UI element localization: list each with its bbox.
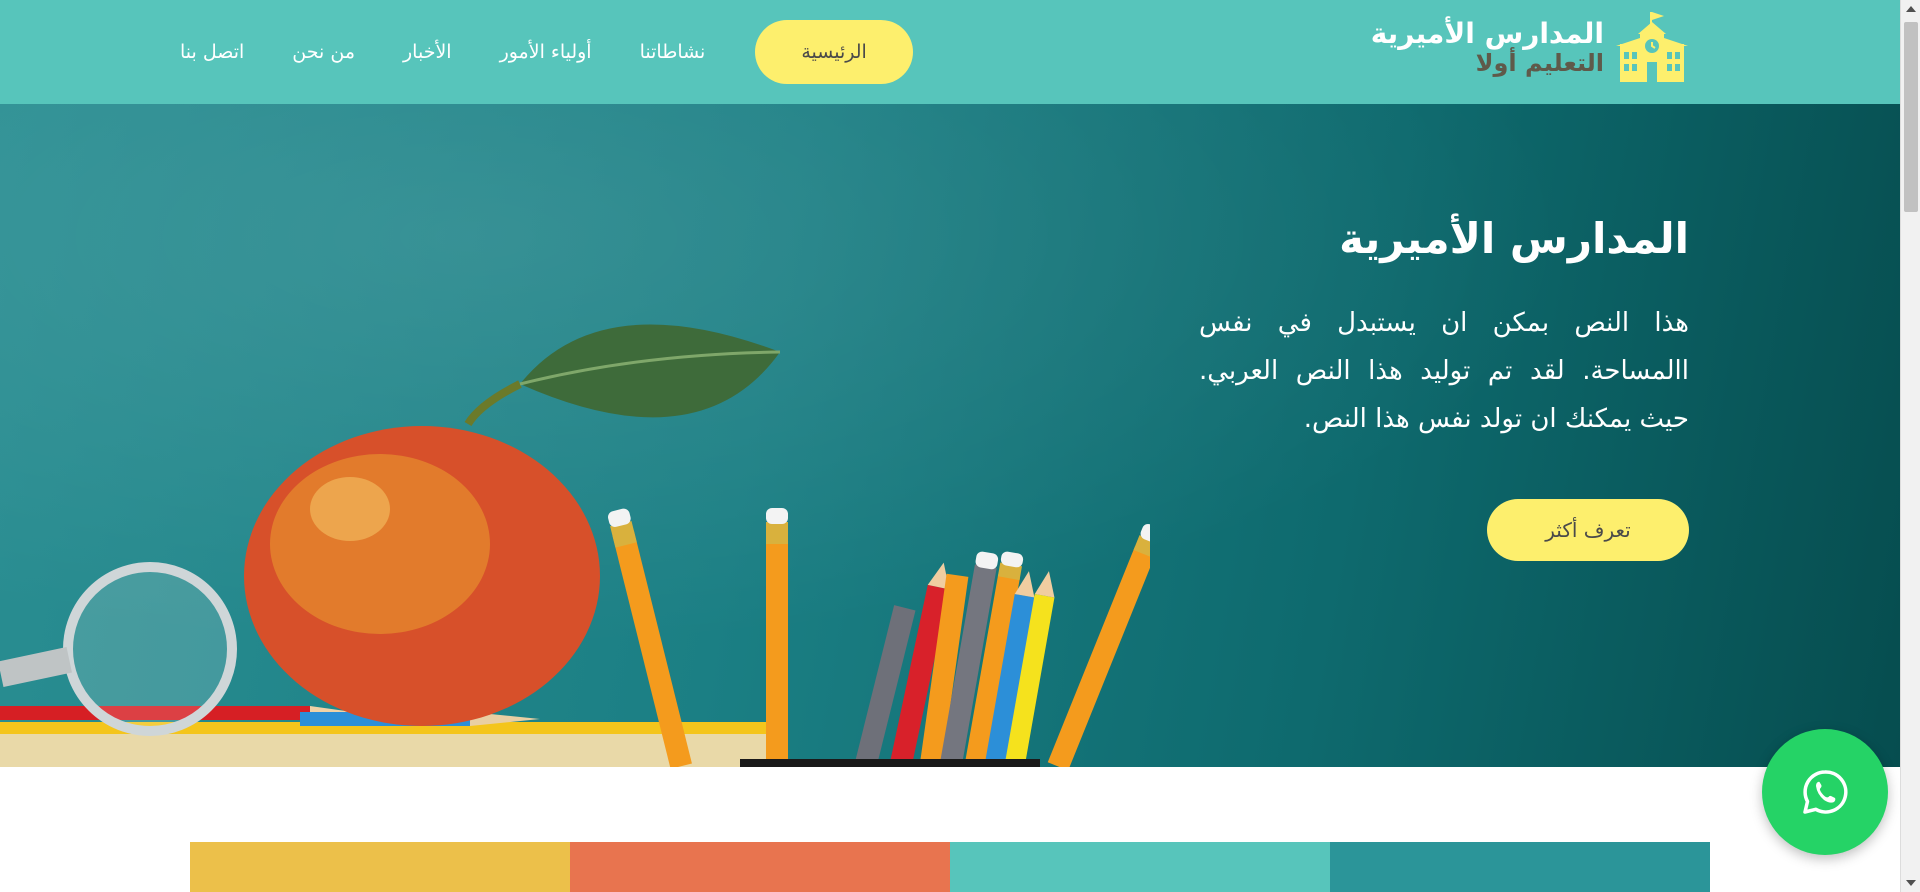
nav-item-contact[interactable]: اتصل بنا [180,41,244,63]
nav-item-news[interactable]: الأخبار [403,41,452,63]
hero-image [0,324,1150,767]
whatsapp-button[interactable] [1762,729,1888,855]
strip-block-dark-teal [1330,842,1710,892]
hero-content: المدارس الأميرية هذا النص بمكن ان يستبدل… [1199,214,1689,443]
main-nav: الرئيسية نشاطاتنا أولياء الأمور الأخبار … [180,20,913,84]
strip-block-yellow [190,842,570,892]
brand-tagline: التعليم أولا [1475,49,1604,78]
strip-block-teal [950,842,1330,892]
nav-item-parents[interactable]: أولياء الأمور [500,41,592,63]
learn-more-button[interactable]: تعرف أكثر [1487,499,1689,561]
site-header: المدارس الأميرية التعليم أولا الرئيسية ن… [0,0,1900,104]
whatsapp-icon [1803,770,1848,814]
strip-block-orange [570,842,950,892]
school-building-icon [1616,12,1688,82]
hero-text: هذا النص بمكن ان يستبدل في نفس االمساحة.… [1199,308,1689,434]
scroll-up-arrow-icon[interactable] [1901,0,1920,18]
feature-color-strip [190,842,1710,892]
nav-item-home[interactable]: الرئيسية [755,20,913,84]
hero-banner: المدارس الأميرية هذا النص بمكن ان يستبدل… [0,104,1900,767]
brand-title: المدارس الأميرية [1370,17,1604,51]
site-logo[interactable]: المدارس الأميرية التعليم أولا [1371,8,1690,88]
hero-title: المدارس الأميرية [1339,214,1689,263]
scrollbar-thumb[interactable] [1904,22,1918,212]
nav-item-about[interactable]: من نحن [292,41,355,63]
nav-item-activities[interactable]: نشاطاتنا [640,41,706,63]
page: المدارس الأميرية التعليم أولا الرئيسية ن… [0,0,1920,892]
logo-text: المدارس الأميرية التعليم أولا [1370,17,1604,78]
page-scrollbar[interactable] [1900,0,1920,892]
scroll-down-arrow-icon[interactable] [1901,874,1920,892]
